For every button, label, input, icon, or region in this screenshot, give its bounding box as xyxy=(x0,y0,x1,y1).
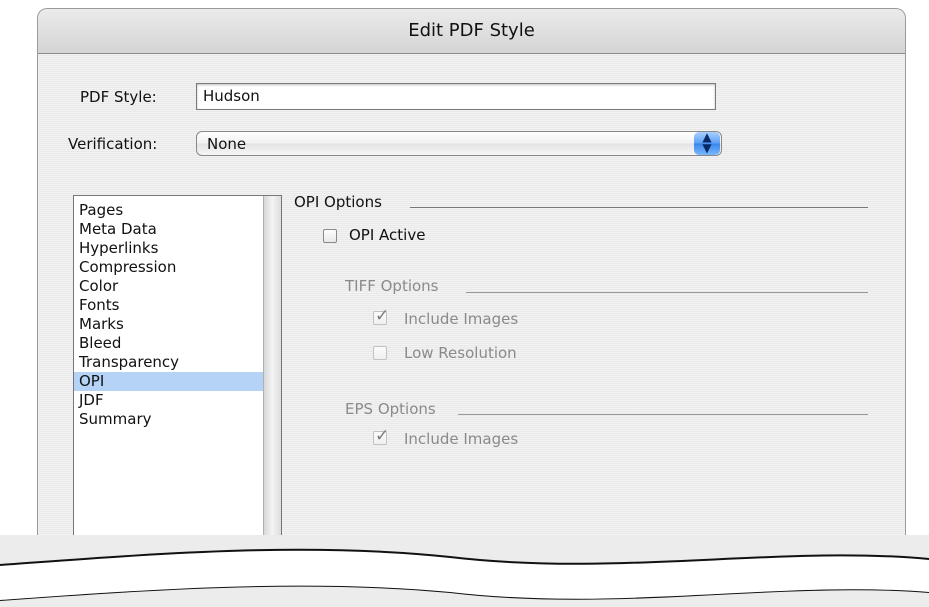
dialog-title: Edit PDF Style xyxy=(408,20,535,41)
sidebar-item-jdf[interactable]: JDF xyxy=(74,391,263,410)
verification-value: None xyxy=(207,135,247,153)
title-bar[interactable]: Edit PDF Style xyxy=(38,9,905,54)
sidebar-item-marks[interactable]: Marks xyxy=(74,315,263,334)
sidebar-item-transparency[interactable]: Transparency xyxy=(74,353,263,372)
eps-options-title: EPS Options xyxy=(345,400,436,418)
sidebar-item-color[interactable]: Color xyxy=(74,277,263,296)
checkmark-icon: ✓ xyxy=(375,306,390,326)
pdf-style-label: PDF Style: xyxy=(80,88,157,106)
tiff-options-divider xyxy=(466,292,868,293)
verification-select[interactable]: None ▲ ▼ xyxy=(196,131,722,156)
sidebar-item-bleed[interactable]: Bleed xyxy=(74,334,263,353)
eps-options-divider xyxy=(458,414,868,415)
sidebar-item-compression[interactable]: Compression xyxy=(74,258,263,277)
list-scrollbar[interactable] xyxy=(263,196,281,554)
chevron-updown-icon: ▲ ▼ xyxy=(694,131,720,155)
sidebar-item-pages[interactable]: Pages xyxy=(74,201,263,220)
sidebar-item-summary[interactable]: Summary xyxy=(74,410,263,429)
sidebar-item-hyperlinks[interactable]: Hyperlinks xyxy=(74,239,263,258)
checkmark-icon: ✓ xyxy=(375,426,390,446)
sidebar-item-fonts[interactable]: Fonts xyxy=(74,296,263,315)
tiff-options-title: TIFF Options xyxy=(345,277,439,295)
opi-options-title: OPI Options xyxy=(294,193,382,211)
category-list[interactable]: Pages Meta Data Hyperlinks Compression Color… xyxy=(73,195,282,555)
tiff-include-images-checkbox[interactable]: ✓ xyxy=(373,306,389,326)
opi-active-label: OPI Active xyxy=(349,226,426,244)
tiff-include-images-label: Include Images xyxy=(404,310,519,328)
tiff-low-resolution-checkbox[interactable] xyxy=(373,346,387,360)
eps-include-images-label: Include Images xyxy=(404,430,519,448)
sidebar-item-meta-data[interactable]: Meta Data xyxy=(74,220,263,239)
pdf-style-input[interactable]: Hudson xyxy=(196,83,716,110)
sidebar-item-opi[interactable]: OPI xyxy=(74,372,263,391)
eps-include-images-checkbox[interactable]: ✓ xyxy=(373,426,389,446)
page-break-decoration xyxy=(0,535,929,607)
tiff-low-resolution-label: Low Resolution xyxy=(404,344,517,362)
opi-active-checkbox[interactable] xyxy=(323,229,337,243)
verification-label: Verification: xyxy=(68,135,158,153)
opi-options-divider xyxy=(410,207,868,208)
